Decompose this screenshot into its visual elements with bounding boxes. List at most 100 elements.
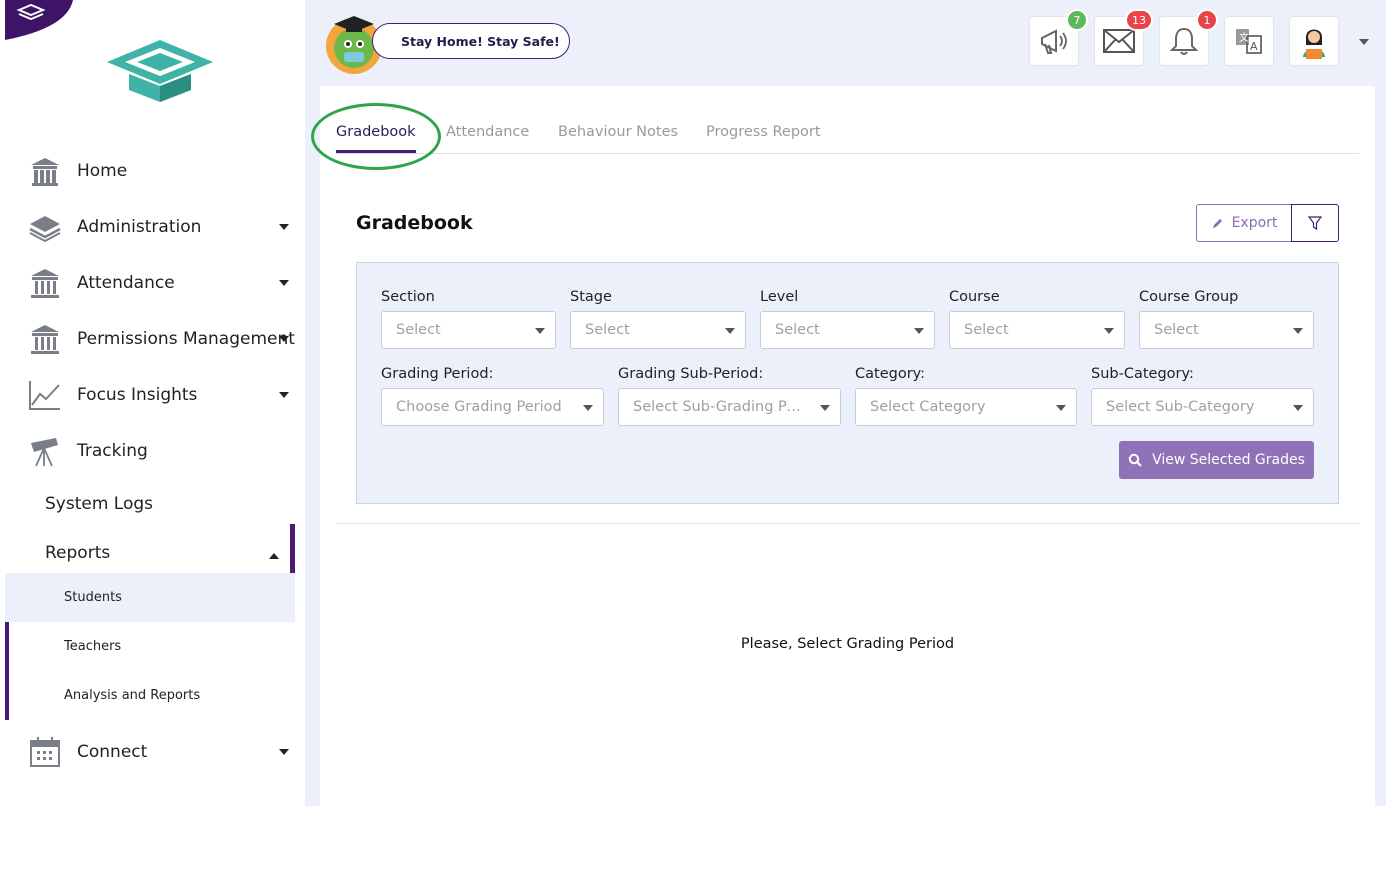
- sidebar-item-label: Administration: [77, 217, 202, 237]
- chevron-down-icon[interactable]: [1359, 39, 1369, 45]
- grading-sub-period-label: Grading Sub-Period:: [618, 366, 764, 382]
- grading-sub-period-select[interactable]: Select Sub-Grading Per...: [618, 388, 841, 426]
- sidebar-item-label: Focus Insights: [77, 385, 198, 405]
- chevron-down-icon: [1104, 328, 1114, 334]
- notifications-button[interactable]: 1: [1159, 9, 1218, 66]
- filter-button[interactable]: [1291, 204, 1339, 242]
- chevron-down-icon: [820, 405, 830, 411]
- sidebar-item-label: Connect: [77, 742, 148, 762]
- course-group-select[interactable]: Select: [1139, 311, 1314, 349]
- course-select[interactable]: Select: [949, 311, 1125, 349]
- calendar-icon: [27, 734, 63, 770]
- layers-icon: [27, 209, 63, 245]
- chevron-down-icon: [279, 224, 289, 230]
- tab-bar: Gradebook Attendance Behaviour Notes Pro…: [336, 116, 1359, 154]
- sidebar-item-label: Reports: [45, 543, 111, 563]
- highlight-annotation: [311, 103, 441, 170]
- bell-icon: [1170, 27, 1198, 55]
- school-logo-icon: [107, 40, 213, 102]
- main-card: Gradebook Attendance Behaviour Notes Pro…: [320, 86, 1375, 806]
- sidebar-subitem-label: Teachers: [64, 639, 122, 654]
- announcements-button[interactable]: 7: [1029, 9, 1088, 66]
- sub-category-label: Sub-Category:: [1091, 366, 1194, 382]
- filter-panel: Section Select Stage Select Level Select…: [356, 262, 1339, 504]
- chevron-down-icon: [279, 280, 289, 286]
- tab-attendance[interactable]: Attendance: [446, 124, 529, 140]
- view-selected-grades-label: View Selected Grades: [1152, 452, 1305, 468]
- sidebar-item-label: Tracking: [77, 441, 148, 461]
- sidebar-item-reports[interactable]: Reports: [5, 529, 305, 577]
- export-label: Export: [1231, 215, 1278, 231]
- corner-logo-icon[interactable]: [5, 0, 73, 42]
- tab-progress-report[interactable]: Progress Report: [706, 124, 821, 140]
- messages-badge: 13: [1125, 9, 1153, 31]
- sidebar-subitem-label: Students: [64, 590, 122, 605]
- level-select[interactable]: Select: [760, 311, 935, 349]
- telescope-icon: [27, 433, 63, 469]
- chevron-down-icon: [279, 749, 289, 755]
- envelope-icon: [1103, 29, 1135, 53]
- filter-icon: [1308, 216, 1322, 230]
- stage-select[interactable]: Select: [570, 311, 746, 349]
- chevron-down-icon: [583, 405, 593, 411]
- tab-behaviour-notes[interactable]: Behaviour Notes: [558, 124, 678, 140]
- category-label: Category:: [855, 366, 926, 382]
- grading-period-label: Grading Period:: [381, 366, 494, 382]
- sidebar: Home Administration Attendance Permissio…: [5, 0, 305, 806]
- sidebar-item-label: Home: [77, 161, 128, 181]
- chevron-down-icon: [535, 328, 545, 334]
- svg-text:文: 文: [1239, 31, 1249, 44]
- sub-category-select[interactable]: Select Sub-Category: [1091, 388, 1314, 426]
- chevron-down-icon: [1056, 405, 1066, 411]
- chevron-up-icon: [269, 553, 279, 559]
- sidebar-item-label: System Logs: [45, 494, 154, 514]
- export-button[interactable]: Export: [1196, 204, 1292, 242]
- sidebar-item-label: Attendance: [77, 273, 175, 293]
- notifications-badge: 1: [1196, 9, 1218, 31]
- chevron-down-icon: [279, 336, 289, 342]
- institution-icon: [27, 265, 63, 301]
- sidebar-item-administration[interactable]: Administration: [5, 203, 305, 251]
- translate-icon: 文A: [1236, 29, 1262, 54]
- level-label: Level: [760, 289, 799, 305]
- language-button[interactable]: 文A: [1224, 16, 1274, 66]
- sidebar-item-label: Permissions Management: [77, 329, 295, 349]
- user-avatar-icon: [1303, 29, 1325, 59]
- section-select[interactable]: Select: [381, 311, 556, 349]
- view-selected-grades-button[interactable]: View Selected Grades: [1119, 441, 1314, 479]
- chevron-down-icon: [914, 328, 924, 334]
- line-chart-icon: [27, 377, 63, 413]
- sidebar-subitem-analysis-reports[interactable]: Analysis and Reports: [5, 671, 295, 720]
- svg-text:A: A: [1250, 40, 1258, 53]
- sidebar-item-connect[interactable]: Connect: [5, 728, 305, 776]
- section-label: Section: [381, 289, 435, 305]
- app-root: Home Administration Attendance Permissio…: [0, 0, 1386, 878]
- sidebar-item-focus-insights[interactable]: Focus Insights: [5, 371, 305, 419]
- divider: [336, 523, 1359, 524]
- sidebar-item-attendance[interactable]: Attendance: [5, 259, 305, 307]
- pencil-icon: [1212, 219, 1222, 228]
- chevron-down-icon: [725, 328, 735, 334]
- search-icon: [1128, 453, 1142, 467]
- sidebar-subitem-teachers[interactable]: Teachers: [5, 622, 295, 671]
- sidebar-item-tracking[interactable]: Tracking: [5, 427, 305, 475]
- sidebar-item-system-logs[interactable]: System Logs: [5, 480, 305, 528]
- grading-period-select[interactable]: Choose Grading Period: [381, 388, 604, 426]
- reports-active-indicator: [290, 524, 295, 573]
- sidebar-item-home[interactable]: Home: [5, 147, 305, 195]
- sidebar-subitem-label: Analysis and Reports: [64, 688, 201, 703]
- messages-button[interactable]: 13: [1094, 9, 1153, 66]
- category-select[interactable]: Select Category: [855, 388, 1077, 426]
- course-label: Course: [949, 289, 1000, 305]
- sidebar-subitem-students[interactable]: Students: [5, 573, 295, 622]
- chevron-down-icon: [279, 392, 289, 398]
- stage-label: Stage: [570, 289, 612, 305]
- school-building-icon: [27, 153, 63, 189]
- user-menu-button[interactable]: [1289, 16, 1339, 66]
- institution-icon: [27, 321, 63, 357]
- chevron-down-icon: [1293, 328, 1303, 334]
- announcements-badge: 7: [1066, 9, 1088, 31]
- megaphone-icon: [1041, 29, 1067, 54]
- chevron-down-icon: [1293, 405, 1303, 411]
- sidebar-item-permissions-management[interactable]: Permissions Management: [5, 315, 305, 363]
